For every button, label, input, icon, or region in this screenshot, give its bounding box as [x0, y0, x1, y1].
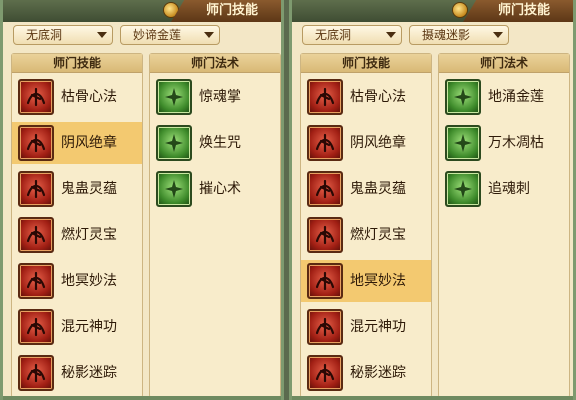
skill-name: 阴风绝章: [61, 135, 117, 151]
skill-name: 混元神功: [350, 319, 406, 335]
heart-thorn-icon[interactable]: [445, 171, 481, 207]
spell-item[interactable]: 惊魂掌: [150, 76, 280, 118]
skills-panel-right: 师门技能 无底洞 摄魂迷影 师门技能 枯骨心法阴风绝章鬼蛊灵蕴燃灯灵宝地冥妙法混…: [289, 0, 576, 400]
chevron-down-icon: [493, 32, 503, 38]
fighters-icon[interactable]: [156, 171, 192, 207]
school-dropdown-value: 妙谛金莲: [133, 28, 182, 42]
skill-item[interactable]: 秘影迷踪: [12, 352, 142, 394]
spell-name: 万木凋枯: [488, 135, 544, 151]
spells-column-header: 师门法术: [150, 54, 280, 73]
skill-item[interactable]: 鬼蛊灵蕴: [301, 168, 431, 210]
chevron-down-icon: [97, 32, 107, 38]
spells-column-header: 师门法术: [439, 54, 569, 73]
sect-dropdown-value: 无底洞: [315, 28, 352, 42]
school-dropdown-value: 摄魂迷影: [422, 28, 471, 42]
sect-dropdown[interactable]: 无底洞: [302, 25, 402, 45]
skills-column-header: 师门技能: [301, 54, 431, 73]
lotus-icon[interactable]: [445, 79, 481, 115]
skill-name: 鬼蛊灵蕴: [61, 181, 117, 197]
spell-name: 摧心术: [199, 181, 241, 197]
skill-item[interactable]: 燃灯灵宝: [12, 214, 142, 256]
chevron-down-icon: [204, 32, 214, 38]
swirl-shadow-icon[interactable]: [18, 355, 54, 391]
skill-name: 阴风绝章: [350, 135, 406, 151]
skill-name: 秘影迷踪: [350, 365, 406, 381]
skill-name: 枯骨心法: [350, 89, 406, 105]
spell-name: 惊魂掌: [199, 89, 241, 105]
skull-figure-icon[interactable]: [18, 79, 54, 115]
sect-dropdown-value: 无底洞: [26, 28, 63, 42]
skull-figure-icon[interactable]: [307, 79, 343, 115]
swirl-shadow-icon[interactable]: [307, 355, 343, 391]
panel-title: 师门技能: [171, 0, 281, 22]
skill-item[interactable]: 枯骨心法: [301, 76, 431, 118]
spell-name: 追魂刺: [488, 181, 530, 197]
skill-name: 秘影迷踪: [61, 365, 117, 381]
scorpion-icon[interactable]: [307, 171, 343, 207]
skill-item[interactable]: 枯骨心法: [12, 76, 142, 118]
skills-column: 师门技能 枯骨心法阴风绝章鬼蛊灵蕴燃灯灵宝地冥妙法混元神功秘影迷踪: [11, 53, 143, 398]
skill-item[interactable]: 地冥妙法: [12, 260, 142, 302]
spells-column: 师门法术 地涌金莲万木凋枯追魂刺: [438, 53, 570, 398]
spell-item[interactable]: 焕生咒: [150, 122, 280, 164]
withered-tree-icon[interactable]: [445, 125, 481, 161]
sect-dropdown[interactable]: 无底洞: [13, 25, 113, 45]
palm-icon[interactable]: [156, 79, 192, 115]
mushroom-cloud-icon[interactable]: [307, 263, 343, 299]
skills-panel-left: 师门技能 无底洞 妙谛金莲 师门技能 枯骨心法阴风绝章鬼蛊灵蕴燃灯灵宝地冥妙法混…: [0, 0, 284, 400]
skill-item[interactable]: 燃灯灵宝: [301, 214, 431, 256]
school-dropdown[interactable]: 摄魂迷影: [409, 25, 509, 45]
skill-name: 地冥妙法: [350, 273, 406, 289]
skill-item[interactable]: 混元神功: [301, 306, 431, 348]
skill-item[interactable]: 混元神功: [12, 306, 142, 348]
coiled-dragon-icon[interactable]: [18, 309, 54, 345]
wind-scroll-icon[interactable]: [307, 125, 343, 161]
panel-header: 师门技能: [292, 0, 573, 22]
skill-name: 燃灯灵宝: [61, 227, 117, 243]
skill-item[interactable]: 鬼蛊灵蕴: [12, 168, 142, 210]
spell-item[interactable]: 摧心术: [150, 168, 280, 210]
skill-item[interactable]: 地冥妙法: [301, 260, 431, 302]
skill-item[interactable]: 阴风绝章: [301, 122, 431, 164]
skill-name: 混元神功: [61, 319, 117, 335]
glowing-figure-icon[interactable]: [156, 125, 192, 161]
skill-item[interactable]: 秘影迷踪: [301, 352, 431, 394]
spell-item[interactable]: 地涌金莲: [439, 76, 569, 118]
panel-title: 师门技能: [463, 0, 573, 22]
coiled-dragon-icon[interactable]: [307, 309, 343, 345]
mushroom-cloud-icon[interactable]: [18, 263, 54, 299]
scorpion-icon[interactable]: [18, 171, 54, 207]
skills-column-header: 师门技能: [12, 54, 142, 73]
lantern-coin-icon[interactable]: [18, 217, 54, 253]
gem-ornament-icon: [452, 2, 468, 18]
skill-name: 燃灯灵宝: [350, 227, 406, 243]
skills-column: 师门技能 枯骨心法阴风绝章鬼蛊灵蕴燃灯灵宝地冥妙法混元神功秘影迷踪: [300, 53, 432, 398]
panel-bottom-border: [292, 396, 573, 400]
panel-header: 师门技能: [3, 0, 281, 22]
panel-bottom-border: [3, 396, 281, 400]
wind-scroll-icon[interactable]: [18, 125, 54, 161]
skill-name: 枯骨心法: [61, 89, 117, 105]
skill-item[interactable]: 阴风绝章: [12, 122, 142, 164]
spell-item[interactable]: 追魂刺: [439, 168, 569, 210]
chevron-down-icon: [386, 32, 396, 38]
skill-name: 地冥妙法: [61, 273, 117, 289]
school-dropdown[interactable]: 妙谛金莲: [120, 25, 220, 45]
spell-name: 焕生咒: [199, 135, 241, 151]
lantern-coin-icon[interactable]: [307, 217, 343, 253]
spell-name: 地涌金莲: [488, 89, 544, 105]
skill-name: 鬼蛊灵蕴: [350, 181, 406, 197]
spell-item[interactable]: 万木凋枯: [439, 122, 569, 164]
spells-column: 师门法术 惊魂掌焕生咒摧心术: [149, 53, 281, 398]
